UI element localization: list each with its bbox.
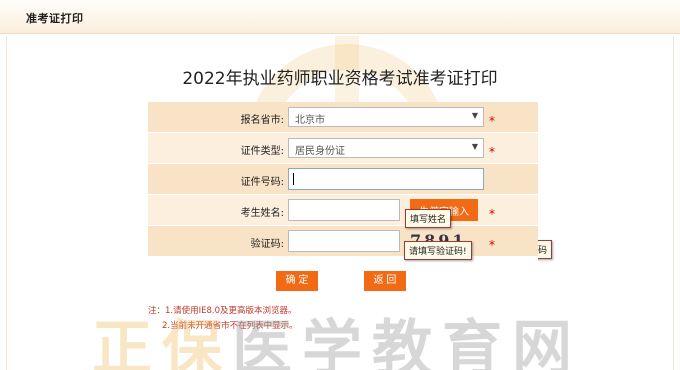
captcha-label: 验证码: (250, 239, 284, 250)
form-row-city: 报名省市: 北京市 ▼ * (148, 102, 538, 133)
text-caret (293, 173, 294, 185)
chevron-down-icon: ▼ (471, 142, 478, 151)
required-mark: * (489, 238, 495, 252)
window-titlebar: 准考证打印 (0, 0, 680, 34)
id-type-label: 证件类型: (240, 146, 284, 157)
form-row-id-type: 证件类型: 居民身份证 ▼ * (148, 133, 538, 164)
watermark-brand: 正保医学教育网 (92, 300, 582, 370)
window-title: 准考证打印 (26, 12, 84, 25)
confirm-button[interactable]: 确 定 (276, 271, 318, 291)
watermark-brand-part1: 正保 (92, 314, 232, 370)
city-select-value: 北京市 (295, 115, 325, 126)
id-number-input[interactable] (288, 168, 484, 190)
captcha-input[interactable] (288, 230, 400, 252)
id-type-select[interactable]: 居民身份证 ▼ (288, 138, 484, 158)
captcha-tooltip: 请填写验证码! (404, 241, 472, 260)
form-row-name: 考生姓名: 生僻字输入 * (148, 195, 538, 226)
name-input[interactable] (288, 199, 400, 221)
form-row-captcha: 验证码: 7891 * (148, 226, 538, 257)
city-select[interactable]: 北京市 ▼ (288, 107, 484, 127)
city-label: 报名省市: (240, 115, 284, 126)
form-row-id-number: 证件号码: 填写证件号码 (148, 164, 553, 259)
name-tooltip: 填写姓名 (405, 209, 452, 228)
id-type-select-value: 居民身份证 (295, 146, 345, 157)
id-number-label: 证件号码: (240, 177, 284, 188)
watermark-brand-part2: 医学教育网 (232, 314, 582, 370)
back-button[interactable]: 返 回 (364, 271, 406, 291)
page: 准考证打印 2022年执业药师职业资格考试准考证打印 报名省市: 北京市 ▼ *… (0, 0, 680, 370)
name-label: 考生姓名: (240, 208, 284, 219)
admission-ticket-form: 报名省市: 北京市 ▼ * 证件类型: 居民身份证 ▼ * 证件号码: 填写证件… (148, 102, 553, 299)
form-actions: 确 定 返 回 (148, 257, 538, 299)
page-title: 2022年执业药师职业资格考试准考证打印 (182, 69, 498, 89)
required-mark: * (489, 145, 495, 159)
required-mark: * (489, 207, 495, 221)
required-mark: * (489, 114, 495, 128)
chevron-down-icon: ▼ (471, 111, 478, 120)
